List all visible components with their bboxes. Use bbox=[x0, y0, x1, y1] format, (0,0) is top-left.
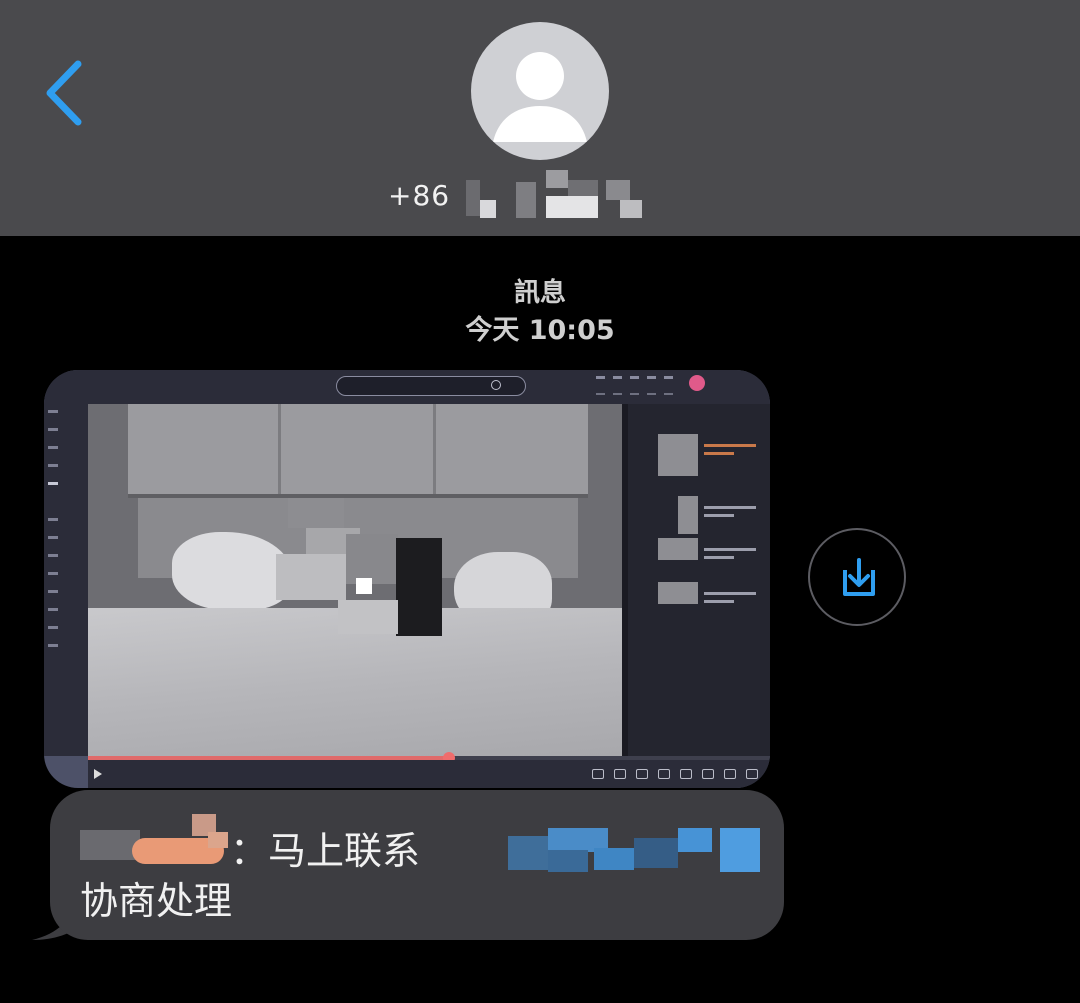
search-icon bbox=[491, 380, 501, 390]
player-control-icons bbox=[592, 769, 758, 779]
back-button[interactable] bbox=[40, 58, 90, 128]
save-media-button[interactable] bbox=[808, 528, 906, 626]
playlist-item bbox=[658, 496, 768, 538]
video-message-bubble[interactable] bbox=[44, 370, 770, 788]
person-silhouette-icon bbox=[493, 52, 587, 142]
thread-label: 訊息 bbox=[513, 278, 566, 308]
redacted-sender-name bbox=[80, 810, 230, 870]
player-controls bbox=[88, 760, 770, 788]
player-left-nav bbox=[44, 404, 88, 756]
player-search-box bbox=[336, 376, 526, 396]
headboard bbox=[128, 404, 588, 498]
redacted-phone-number bbox=[456, 170, 656, 220]
message-text-line1: ：马上联系 bbox=[230, 829, 421, 873]
app-logo-icon bbox=[689, 375, 705, 391]
playlist-item bbox=[658, 538, 768, 580]
message-text-line2: 协商处理 bbox=[80, 879, 233, 923]
video-frame bbox=[88, 404, 622, 756]
player-top-bar bbox=[44, 370, 770, 404]
player-top-icons bbox=[596, 376, 673, 395]
contact-header: +86 bbox=[0, 0, 1080, 236]
play-icon bbox=[94, 769, 102, 779]
player-area bbox=[88, 404, 770, 756]
playlist-panel bbox=[628, 404, 770, 756]
redacted-contact-info bbox=[464, 826, 764, 874]
chevron-left-icon bbox=[46, 60, 82, 126]
contact-avatar[interactable] bbox=[471, 22, 609, 160]
phone-prefix: +86 bbox=[388, 178, 451, 212]
playlist-item bbox=[658, 434, 768, 476]
download-icon bbox=[843, 558, 875, 596]
contact-phone[interactable]: +86 bbox=[388, 170, 656, 220]
message-timestamp: 今天 10:05 bbox=[465, 315, 615, 346]
playlist-item bbox=[658, 582, 768, 624]
